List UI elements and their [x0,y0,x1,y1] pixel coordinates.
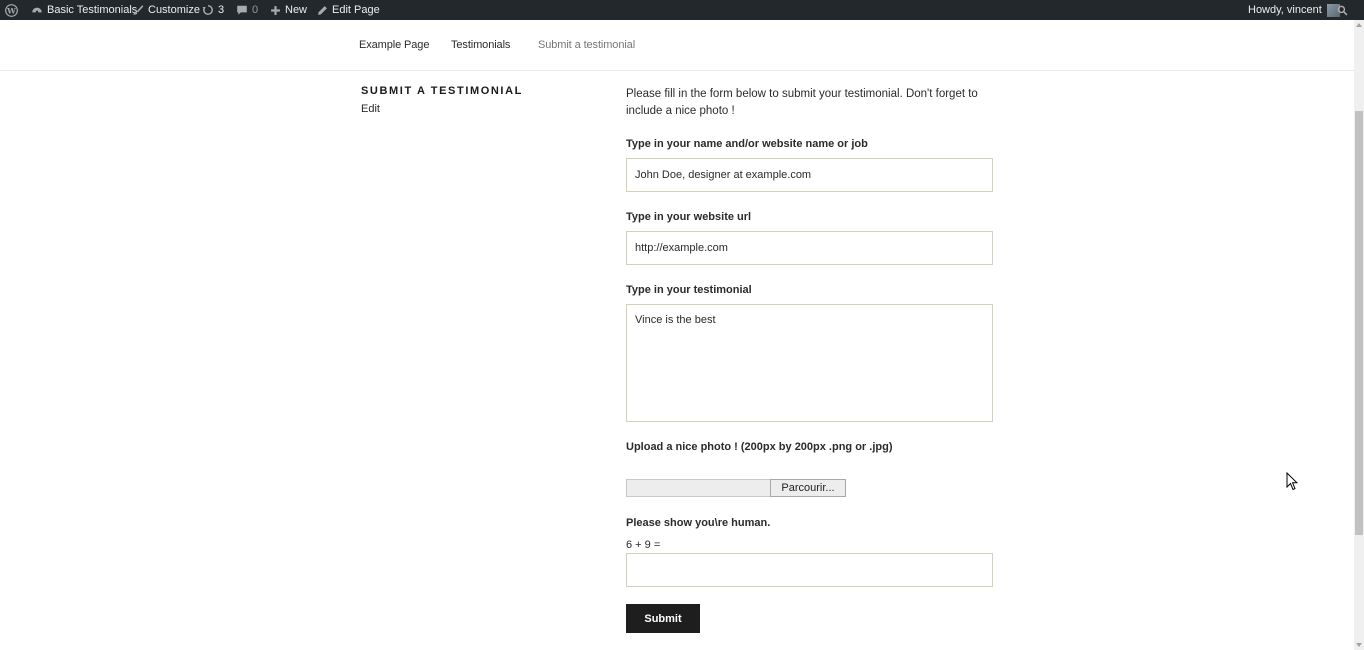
admin-bar-edit-page[interactable]: Edit Page [317,0,380,20]
page-title: Submit a testimonial [361,85,523,97]
edit-page-label: Edit Page [332,4,380,16]
scroll-up-arrow-icon[interactable] [1354,20,1364,30]
howdy-label: Howdy, vincent [1248,4,1322,16]
form-intro: Please fill in the form below to submit … [626,88,978,117]
edit-link[interactable]: Edit [361,103,380,115]
testimonial-label: Type in your testimonial [626,284,752,296]
brush-icon [133,5,144,15]
admin-bar-site-name[interactable]: Basic Testimonials [31,0,137,20]
browse-button[interactable]: Parcourir... [770,479,846,497]
admin-bar-new[interactable]: New [270,0,307,20]
human-check-label: Please show you\re human. [626,517,771,529]
updates-icon [202,5,213,15]
file-path-field[interactable] [626,479,771,497]
captcha-input[interactable] [626,553,993,587]
name-label: Type in your name and/or website name or… [626,138,868,150]
testimonial-textarea[interactable]: Vince is the best [626,304,993,422]
captcha-question: 6 + 9 = [626,539,661,551]
wordpress-logo-icon[interactable]: W [5,0,22,20]
submit-button[interactable]: Submit [626,604,700,633]
primary-navigation: Example Page Testimonials Submit a testi… [0,20,1354,71]
comments-count: 0 [252,4,259,16]
nav-item-testimonials[interactable]: Testimonials [451,39,510,51]
scroll-down-arrow-icon[interactable] [1354,640,1364,650]
nav-item-example-page[interactable]: Example Page [359,39,429,51]
url-label: Type in your website url [626,211,752,223]
plus-icon [271,5,280,15]
admin-bar-search[interactable] [1337,0,1352,20]
new-label: New [285,4,308,16]
admin-bar: W Basic Testimonials Customize 3 0 New E… [0,0,1364,20]
site-name-label: Basic Testimonials [47,4,138,16]
admin-bar-comments[interactable]: 0 [236,0,258,20]
nav-item-submit-testimonial[interactable]: Submit a testimonial [538,39,635,51]
name-input[interactable] [626,158,993,192]
vertical-scrollbar[interactable] [1354,20,1364,650]
updates-count: 3 [218,4,225,16]
customize-label: Customize [148,4,200,16]
mouse-cursor-icon [1286,472,1298,491]
comment-icon [237,5,247,15]
dashboard-icon [32,7,42,13]
admin-bar-updates[interactable]: 3 [202,0,224,20]
photo-label: Upload a nice photo ! (200px by 200px .p… [626,441,893,453]
search-icon [1337,5,1348,15]
svg-text:W: W [6,6,16,15]
admin-bar-customize[interactable]: Customize [132,0,200,20]
url-input[interactable] [626,231,993,265]
scrollbar-thumb[interactable] [1355,111,1363,535]
admin-bar-account[interactable]: Howdy, vincent [1248,0,1340,20]
pencil-icon [318,5,327,15]
